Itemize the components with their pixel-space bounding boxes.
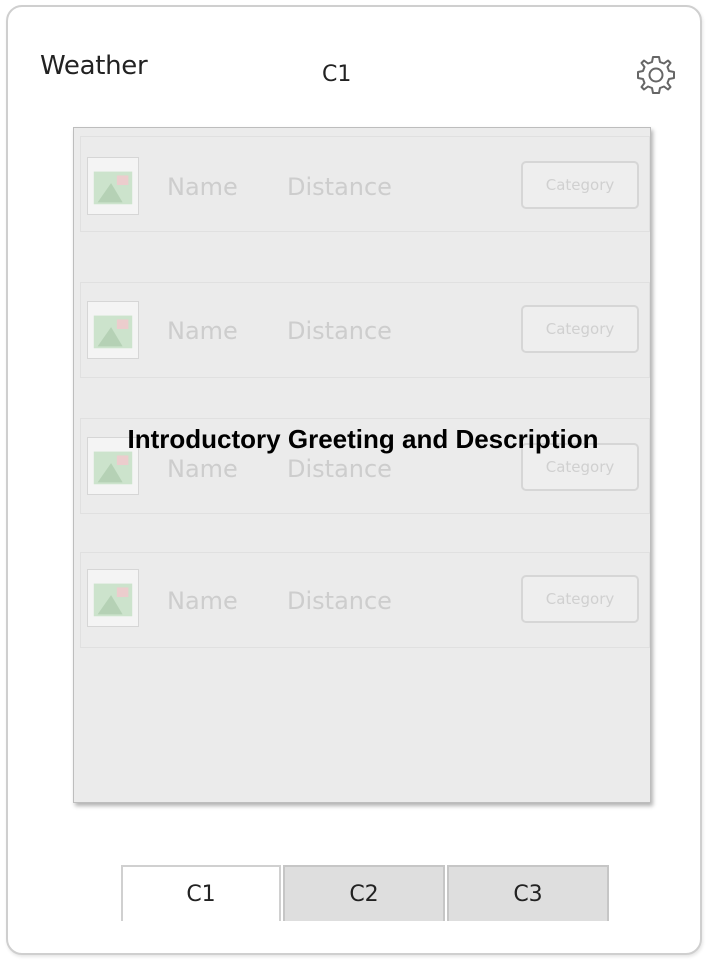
header-tab-label: C1 xyxy=(322,62,352,87)
tab-c3[interactable]: C3 xyxy=(447,865,609,921)
category-button[interactable]: Category xyxy=(521,575,639,623)
category-button[interactable]: Category xyxy=(521,305,639,353)
app-frame: Weather C1 Name Distance Category Name D… xyxy=(6,5,702,955)
item-distance: Distance xyxy=(287,587,392,615)
intro-greeting: Introductory Greeting and Description xyxy=(127,424,599,454)
list-item: Name Distance Category xyxy=(80,136,650,232)
item-name: Name xyxy=(167,317,238,345)
image-placeholder-icon xyxy=(87,569,139,627)
item-distance: Distance xyxy=(287,173,392,201)
tab-c1[interactable]: C1 xyxy=(121,865,281,921)
list-item: Name Distance Category xyxy=(80,282,650,378)
image-placeholder-icon xyxy=(87,301,139,359)
image-placeholder-icon xyxy=(87,157,139,215)
item-distance: Distance xyxy=(287,317,392,345)
item-name: Name xyxy=(167,455,238,483)
app-title: Weather xyxy=(40,51,148,81)
list-item: Name Distance Category xyxy=(80,552,650,648)
item-distance: Distance xyxy=(287,455,392,483)
item-name: Name xyxy=(167,587,238,615)
intro-overlay: Name Distance Category Name Distance Cat… xyxy=(73,127,651,803)
tab-bar: C1 C2 C3 xyxy=(121,865,611,921)
tab-c2[interactable]: C2 xyxy=(283,865,445,921)
gear-icon[interactable] xyxy=(634,53,678,97)
category-button[interactable]: Category xyxy=(521,161,639,209)
item-name: Name xyxy=(167,173,238,201)
